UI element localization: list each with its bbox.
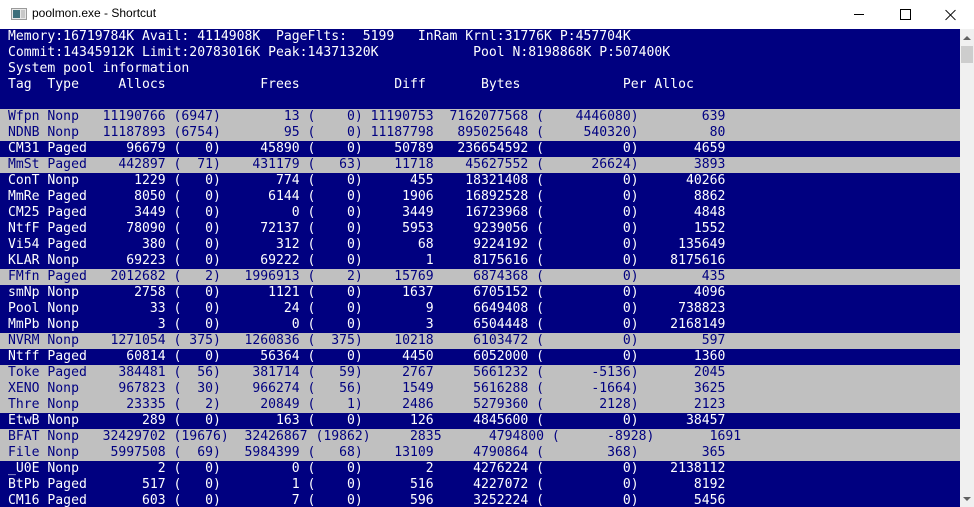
table-row: smNp Nonp 2758 ( 0) 1121 ( 0) 1637 67051… xyxy=(8,285,726,300)
table-row: EtwB Nonp 289 ( 0) 163 ( 0) 126 4845600 … xyxy=(8,413,726,428)
table-row: CM16 Paged 603 ( 0) 7 ( 0) 596 3252224 (… xyxy=(8,493,726,507)
table-row: KLAR Nonp 69223 ( 0) 69222 ( 0) 1 817561… xyxy=(8,253,726,268)
minimize-icon xyxy=(854,14,864,15)
maximize-icon xyxy=(899,9,911,20)
table-row: XENO Nonp 967823 ( 30) 966274 ( 56) 1549… xyxy=(0,381,960,397)
table-row: _U0E Nonp 2 ( 0) 0 ( 0) 2 4276224 ( 0) 2… xyxy=(8,461,726,476)
table-row: Toke Paged 384481 ( 56) 381714 ( 59) 276… xyxy=(0,365,960,381)
table-row: NDNB Nonp 11187893 (6754) 95 ( 0) 111877… xyxy=(0,125,960,141)
scrollbar-thumb[interactable] xyxy=(961,46,973,63)
section-title: System pool information xyxy=(8,61,190,76)
close-icon xyxy=(945,9,957,21)
table-row: Wfpn Nonp 11190766 (6947) 13 ( 0) 111907… xyxy=(0,109,960,125)
table-row: ConT Nonp 1229 ( 0) 774 ( 0) 455 1832140… xyxy=(8,173,726,188)
table-row: File Nonp 5997508 ( 69) 5984399 ( 68) 13… xyxy=(0,445,960,461)
memory-summary-line: Memory:16719784K Avail: 4114908K PageFlt… xyxy=(8,29,631,44)
commit-summary-line: Commit:14345912K Limit:20783016K Peak:14… xyxy=(8,45,671,60)
minimize-button[interactable] xyxy=(836,0,882,29)
table-row: Pool Nonp 33 ( 0) 24 ( 0) 9 6649408 ( 0)… xyxy=(8,301,726,316)
table-row: MmRe Paged 8050 ( 0) 6144 ( 0) 1906 1689… xyxy=(8,189,726,204)
table-row: MmPb Nonp 3 ( 0) 0 ( 0) 3 6504448 ( 0) 2… xyxy=(8,317,726,332)
title-bar[interactable]: poolmon.exe - Shortcut xyxy=(0,0,974,29)
vertical-scrollbar[interactable] xyxy=(960,29,974,507)
table-row: CM31 Paged 96679 ( 0) 45890 ( 0) 50789 2… xyxy=(8,141,726,156)
table-row: MmSt Paged 442897 ( 71) 431179 ( 63) 117… xyxy=(0,157,960,173)
maximize-button[interactable] xyxy=(882,0,928,29)
scroll-up-button[interactable] xyxy=(960,29,974,46)
table-row: NVRM Nonp 1271054 ( 375) 1260836 ( 375) … xyxy=(0,333,960,349)
table-row: CM25 Paged 3449 ( 0) 0 ( 0) 3449 1672396… xyxy=(8,205,726,220)
window-title: poolmon.exe - Shortcut xyxy=(32,6,157,20)
table-row: NtfF Paged 78090 ( 0) 72137 ( 0) 5953 92… xyxy=(8,221,726,236)
table-row: Vi54 Paged 380 ( 0) 312 ( 0) 68 9224192 … xyxy=(8,237,726,252)
column-header: Tag Type Allocs Frees Diff Bytes Per All… xyxy=(8,77,694,92)
chevron-down-icon xyxy=(963,496,971,501)
table-row: Ntff Paged 60814 ( 0) 56364 ( 0) 4450 60… xyxy=(8,349,726,364)
close-button[interactable] xyxy=(928,0,974,29)
pool-table: Wfpn Nonp 11190766 (6947) 13 ( 0) 111907… xyxy=(0,109,960,507)
table-row: BtPb Paged 517 ( 0) 1 ( 0) 516 4227072 (… xyxy=(8,477,726,492)
table-row: Thre Nonp 23335 ( 2) 20849 ( 1) 2486 527… xyxy=(0,397,960,413)
table-row: BFAT Nonp 32429702 (19676) 32426867 (198… xyxy=(0,429,960,445)
scroll-down-button[interactable] xyxy=(960,490,974,507)
console-output[interactable]: Memory:16719784K Avail: 4114908K PageFlt… xyxy=(0,29,960,507)
chevron-up-icon xyxy=(963,35,971,40)
console-window-icon xyxy=(11,7,27,21)
table-row: FMfn Paged 2012682 ( 2) 1996913 ( 2) 157… xyxy=(0,269,960,285)
